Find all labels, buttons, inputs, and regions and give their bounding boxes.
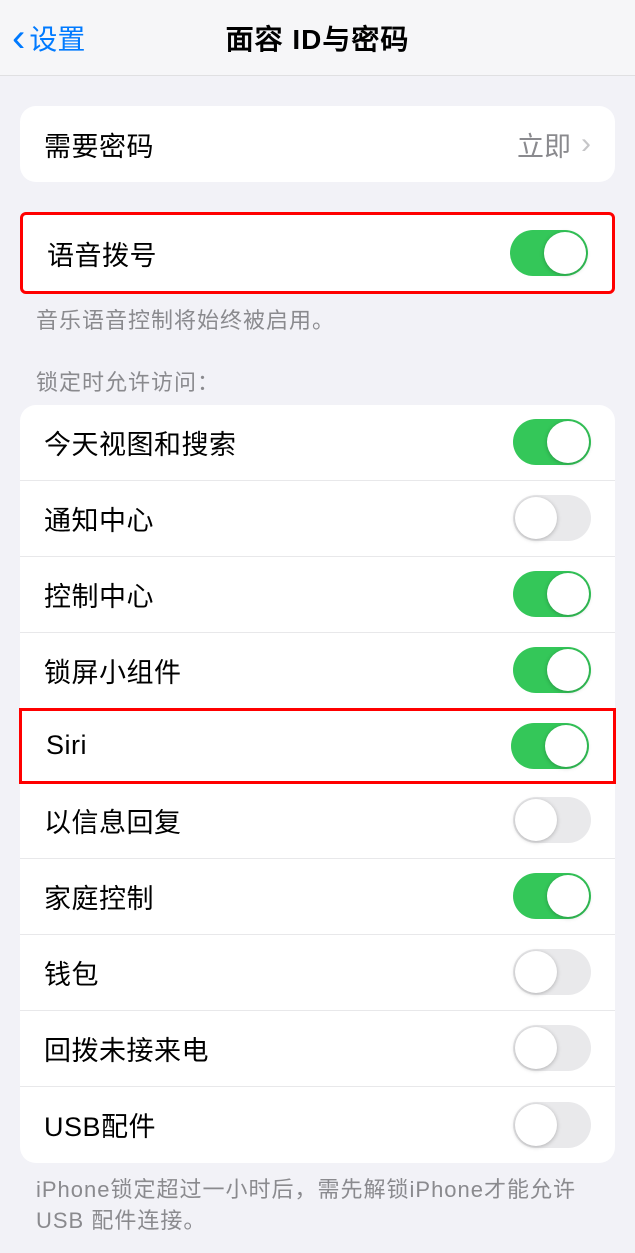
chevron-right-icon: › xyxy=(581,127,591,161)
require-passcode-value: 立即 xyxy=(517,125,571,164)
require-passcode-row[interactable]: 需要密码 立即 › xyxy=(20,106,615,182)
access-row: 家庭控制 xyxy=(20,859,615,935)
voice-dial-footer: 音乐语音控制将始终被启用。 xyxy=(36,306,599,337)
access-header: 锁定时允许访问： xyxy=(36,365,599,397)
access-row-label: 今天视图和搜索 xyxy=(44,423,513,462)
access-row-label: 家庭控制 xyxy=(44,877,513,916)
access-row: 钱包 xyxy=(20,935,615,1011)
access-toggle[interactable] xyxy=(513,1025,591,1071)
access-row: 通知中心 xyxy=(20,481,615,557)
usb-footer: iPhone锁定超过一小时后，需先解锁iPhone才能允许USB 配件连接。 xyxy=(36,1175,599,1237)
access-toggle[interactable] xyxy=(513,1102,591,1148)
back-label: 设置 xyxy=(29,18,85,58)
access-row-label: 回拨未接来电 xyxy=(44,1029,513,1068)
toggle-knob xyxy=(515,1104,557,1146)
access-row: Siri xyxy=(19,708,616,784)
access-group: 今天视图和搜索通知中心控制中心锁屏小组件 Siri 以信息回复家庭控制钱包回拨未接来… xyxy=(20,405,615,1163)
nav-bar: ‹ 设置 面容 ID与密码 xyxy=(0,0,635,76)
toggle-knob xyxy=(515,799,557,841)
voice-dial-row: 语音拨号 xyxy=(23,215,612,291)
back-button[interactable]: ‹ 设置 xyxy=(0,18,85,58)
toggle-knob xyxy=(545,725,587,767)
voice-dial-toggle[interactable] xyxy=(510,230,588,276)
toggle-knob xyxy=(515,497,557,539)
passcode-group: 需要密码 立即 › xyxy=(20,106,615,182)
toggle-knob xyxy=(547,421,589,463)
access-row-label: 通知中心 xyxy=(44,499,513,538)
access-toggle[interactable] xyxy=(511,723,589,769)
toggle-knob xyxy=(547,649,589,691)
toggle-knob xyxy=(515,951,557,993)
voice-dial-label: 语音拨号 xyxy=(47,234,510,273)
access-row-label: 锁屏小组件 xyxy=(44,651,513,690)
access-row-label: 钱包 xyxy=(44,953,513,992)
toggle-knob xyxy=(515,1027,557,1069)
access-toggle[interactable] xyxy=(513,873,591,919)
access-row: 控制中心 xyxy=(20,557,615,633)
access-row-label: 以信息回复 xyxy=(44,801,513,840)
access-toggle[interactable] xyxy=(513,495,591,541)
toggle-knob xyxy=(547,875,589,917)
access-row: USB配件 xyxy=(20,1087,615,1163)
access-row-label: Siri xyxy=(46,730,511,761)
access-row-label: USB配件 xyxy=(44,1105,513,1144)
access-row: 锁屏小组件 xyxy=(20,633,615,709)
access-row: 以信息回复 xyxy=(20,783,615,859)
toggle-knob xyxy=(544,232,586,274)
access-toggle[interactable] xyxy=(513,419,591,465)
access-toggle[interactable] xyxy=(513,797,591,843)
chevron-left-icon: ‹ xyxy=(12,18,25,58)
access-row: 今天视图和搜索 xyxy=(20,405,615,481)
require-passcode-label: 需要密码 xyxy=(44,125,517,164)
page-title: 面容 ID与密码 xyxy=(226,18,410,58)
access-row: 回拨未接来电 xyxy=(20,1011,615,1087)
voice-dial-group: 语音拨号 xyxy=(20,212,615,294)
access-toggle[interactable] xyxy=(513,571,591,617)
access-row-label: 控制中心 xyxy=(44,575,513,614)
toggle-knob xyxy=(547,573,589,615)
access-toggle[interactable] xyxy=(513,949,591,995)
access-toggle[interactable] xyxy=(513,647,591,693)
